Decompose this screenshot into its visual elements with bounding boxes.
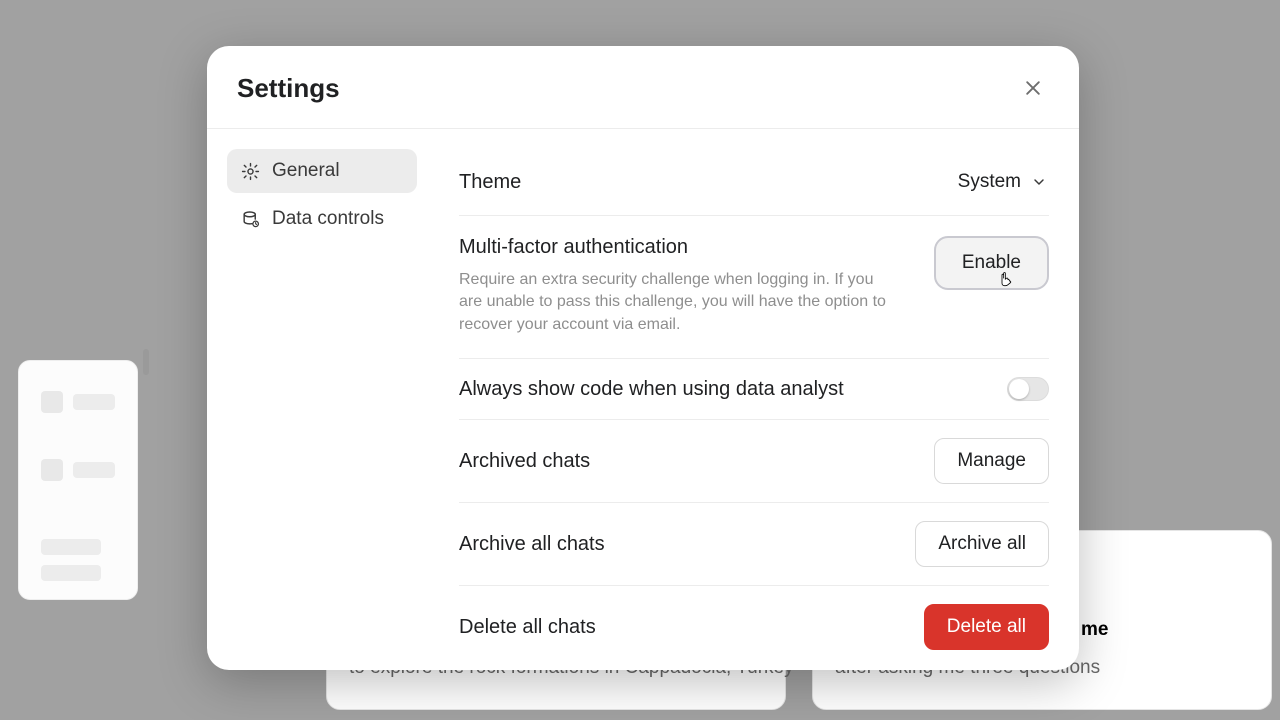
row-mfa: Multi-factor authentication Require an e…: [459, 216, 1049, 359]
modal-body: General Data controls Theme System Multi…: [207, 129, 1079, 670]
delete-all-button[interactable]: Delete all: [924, 604, 1049, 650]
sidebar-item-label: General: [272, 160, 340, 182]
settings-modal: Settings General Data controls Theme Sys…: [207, 46, 1079, 670]
gear-icon: [241, 162, 260, 181]
mfa-enable-button[interactable]: Enable: [934, 236, 1049, 290]
chevron-down-icon: [1031, 174, 1047, 190]
delete-all-label: Delete all chats: [459, 616, 596, 639]
mfa-label: Multi-factor authentication: [459, 236, 910, 259]
pointer-cursor-icon: [997, 270, 1017, 290]
row-show-code: Always show code when using data analyst: [459, 359, 1049, 420]
show-code-label: Always show code when using data analyst: [459, 378, 844, 401]
theme-value: System: [958, 171, 1021, 193]
mfa-description: Require an extra security challenge when…: [459, 269, 899, 336]
archived-manage-button[interactable]: Manage: [934, 438, 1049, 484]
archive-all-button[interactable]: Archive all: [915, 521, 1049, 567]
close-icon: [1023, 78, 1043, 98]
settings-content: Theme System Multi-factor authentication…: [429, 129, 1079, 670]
modal-header: Settings: [207, 46, 1079, 129]
row-archived-chats: Archived chats Manage: [459, 420, 1049, 503]
close-button[interactable]: [1017, 72, 1049, 104]
sidebar-item-general[interactable]: General: [227, 149, 417, 193]
theme-select[interactable]: System: [956, 167, 1049, 197]
database-icon: [241, 210, 260, 229]
theme-label: Theme: [459, 171, 521, 194]
row-delete-all: Delete all chats Delete all: [459, 586, 1049, 668]
mfa-left: Multi-factor authentication Require an e…: [459, 236, 934, 336]
row-theme: Theme System: [459, 149, 1049, 216]
show-code-toggle[interactable]: [1007, 377, 1049, 401]
sidebar-item-data-controls[interactable]: Data controls: [227, 197, 417, 241]
toggle-knob: [1009, 379, 1029, 399]
archive-all-label: Archive all chats: [459, 533, 605, 556]
settings-sidebar: General Data controls: [207, 129, 429, 670]
sidebar-item-label: Data controls: [272, 208, 384, 230]
archived-label: Archived chats: [459, 450, 590, 473]
modal-title: Settings: [237, 73, 340, 104]
row-archive-all: Archive all chats Archive all: [459, 503, 1049, 586]
